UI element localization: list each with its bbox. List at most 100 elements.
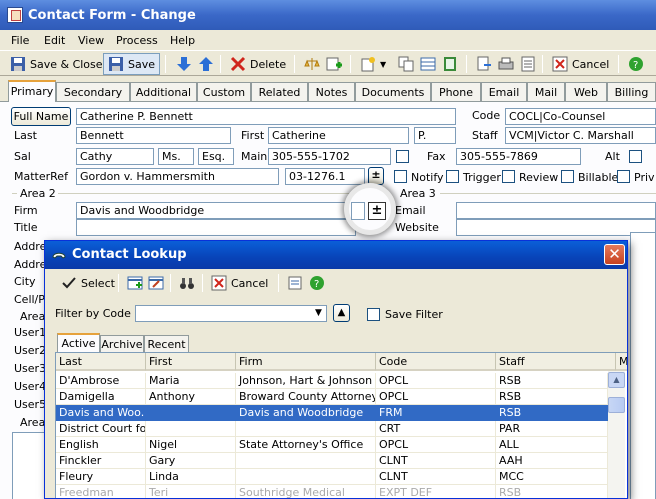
close-icon[interactable]: ✕ bbox=[604, 244, 625, 265]
email-field[interactable] bbox=[456, 202, 656, 219]
website-field[interactable] bbox=[456, 219, 656, 236]
table-cell: Davis and Woodbridge bbox=[236, 405, 376, 421]
move-up-button[interactable] bbox=[194, 53, 218, 75]
menu-process[interactable]: Process bbox=[116, 34, 158, 47]
last-name-field[interactable]: Bennett bbox=[76, 127, 231, 144]
find-button[interactable] bbox=[175, 272, 199, 294]
table-row[interactable]: Damigella Anthony Broward County Attorney O… bbox=[56, 389, 608, 405]
tab-secondary[interactable]: Secondary bbox=[56, 82, 130, 102]
table-row[interactable]: District Court for... CRTPAR bbox=[56, 421, 608, 437]
first-name-field[interactable]: Catherine bbox=[268, 127, 409, 144]
title-field[interactable] bbox=[76, 219, 356, 236]
table-row[interactable]: Fleury Linda CLNT MCC bbox=[56, 469, 608, 485]
arrow-up-icon: ▲ bbox=[337, 307, 346, 318]
tab-additional[interactable]: Additional bbox=[130, 82, 197, 102]
merge-button[interactable] bbox=[472, 53, 496, 75]
red-x-icon bbox=[230, 56, 246, 72]
copy-button[interactable] bbox=[394, 53, 418, 75]
menu-edit[interactable]: Edit bbox=[44, 34, 65, 47]
tab-mail[interactable]: Mail bbox=[527, 82, 565, 102]
main-phone-checkbox[interactable] bbox=[396, 150, 409, 163]
billable-checkbox[interactable] bbox=[561, 170, 574, 183]
trigger-checkbox[interactable] bbox=[446, 170, 459, 183]
list-button[interactable] bbox=[516, 53, 540, 75]
code-field[interactable]: COCL|Co-Counsel bbox=[505, 108, 656, 125]
salutation-field[interactable]: Cathy bbox=[76, 148, 154, 165]
conflict-check-button[interactable] bbox=[300, 53, 324, 75]
table-button[interactable] bbox=[416, 53, 440, 75]
table-row[interactable]: Freedman Teri Southridge Medical EXPT DEF RS… bbox=[56, 485, 608, 498]
tab-billing[interactable]: Billing bbox=[607, 82, 656, 102]
filter-by-code-dropdown[interactable] bbox=[135, 305, 327, 322]
col-header-last[interactable]: Last bbox=[56, 353, 146, 371]
save-close-button[interactable]: Save & Close bbox=[6, 53, 107, 75]
prefix-field[interactable]: Ms. bbox=[158, 148, 194, 165]
table-cell bbox=[236, 469, 376, 485]
priv-checkbox[interactable] bbox=[617, 170, 630, 183]
menu-help[interactable]: Help bbox=[170, 34, 195, 47]
tab-primary[interactable]: Primary bbox=[8, 80, 56, 102]
col-header-m[interactable]: M bbox=[616, 353, 627, 371]
staff-field[interactable]: VCM|Victor C. Marshall bbox=[505, 127, 656, 144]
print-button[interactable] bbox=[494, 53, 518, 75]
table-row[interactable]: English Nigel State Attorney's Office OPCL A… bbox=[56, 437, 608, 453]
col-header-first[interactable]: First bbox=[146, 353, 236, 371]
tab-recent[interactable]: Recent bbox=[144, 335, 189, 353]
chevron-down-icon[interactable]: ▼ bbox=[311, 306, 326, 321]
delete-button[interactable]: Delete bbox=[226, 53, 290, 75]
lookup-title-bar: Contact Lookup ✕ bbox=[45, 241, 627, 269]
col-header-staff[interactable]: Staff bbox=[496, 353, 616, 371]
table-row[interactable]: Davis and Woo... Davis and Woodbridge FRM R… bbox=[56, 405, 608, 421]
tab-phone[interactable]: Phone bbox=[431, 82, 481, 102]
table-row[interactable]: D'Ambrose Maria Johnson, Hart & Johnson OPC… bbox=[56, 373, 608, 389]
filter-up-button[interactable]: ▲ bbox=[333, 304, 350, 322]
select-button[interactable]: Select bbox=[57, 272, 119, 294]
scroll-thumb[interactable] bbox=[608, 397, 625, 413]
save-filter-checkbox[interactable] bbox=[367, 308, 380, 321]
review-checkbox[interactable] bbox=[502, 170, 515, 183]
tab-web[interactable]: Web bbox=[565, 82, 607, 102]
main-phone-field[interactable]: 305-555-1702 bbox=[268, 148, 391, 165]
lookup-help-button[interactable]: ? bbox=[305, 272, 329, 294]
alt-checkbox[interactable] bbox=[629, 150, 642, 163]
scroll-up-icon[interactable]: ▲ bbox=[608, 372, 625, 388]
middle-name-field[interactable]: P. bbox=[414, 127, 456, 144]
form-button[interactable] bbox=[438, 53, 462, 75]
matterref-code-field[interactable]: 03-1276.1 bbox=[285, 168, 365, 185]
save-button[interactable]: Save bbox=[103, 53, 161, 75]
tab-email[interactable]: Email bbox=[481, 82, 527, 102]
properties-button[interactable] bbox=[283, 272, 307, 294]
table-row[interactable]: Finckler Gary CLNT AAH bbox=[56, 453, 608, 469]
matterref-field[interactable]: Gordon v. Hammersmith bbox=[76, 168, 279, 185]
tab-documents[interactable]: Documents bbox=[355, 82, 431, 102]
lookup-cancel-button[interactable]: Cancel bbox=[207, 272, 272, 294]
tab-active[interactable]: Active bbox=[57, 333, 100, 353]
edit-contact-button[interactable] bbox=[144, 272, 168, 294]
full-name-field[interactable]: Catherine P. Bennett bbox=[76, 108, 456, 125]
move-down-button[interactable] bbox=[172, 53, 196, 75]
firm-lookup-plus-button[interactable]: ± bbox=[368, 202, 386, 220]
zoom-field-edge bbox=[351, 202, 365, 220]
notify-checkbox[interactable] bbox=[394, 170, 407, 183]
right-panel-field bbox=[630, 232, 656, 499]
col-header-firm[interactable]: Firm bbox=[236, 353, 376, 371]
tab-archive[interactable]: Archive bbox=[100, 335, 144, 353]
new-dropdown-button[interactable]: ▼ bbox=[356, 53, 390, 75]
fax-field[interactable]: 305-555-7869 bbox=[456, 148, 581, 165]
tab-notes[interactable]: Notes bbox=[308, 82, 355, 102]
menu-view[interactable]: View bbox=[78, 34, 104, 47]
col-header-code[interactable]: Code bbox=[376, 353, 496, 371]
add-related-button[interactable] bbox=[322, 53, 346, 75]
tab-related[interactable]: Related bbox=[251, 82, 308, 102]
vertical-scrollbar[interactable]: ▲ bbox=[608, 371, 625, 498]
help-button[interactable]: ? bbox=[624, 53, 648, 75]
cancel-button[interactable]: Cancel bbox=[548, 53, 613, 75]
full-name-button[interactable]: Full Name bbox=[11, 107, 71, 126]
lookup-cancel-label: Cancel bbox=[231, 276, 269, 290]
menu-file[interactable]: File bbox=[11, 34, 29, 47]
table-cell: Finckler bbox=[56, 453, 146, 469]
tab-custom[interactable]: Custom bbox=[197, 82, 251, 102]
website-label: Website bbox=[395, 221, 439, 234]
suffix-field[interactable]: Esq. bbox=[198, 148, 234, 165]
firm-field[interactable]: Davis and Woodbridge bbox=[76, 202, 356, 219]
